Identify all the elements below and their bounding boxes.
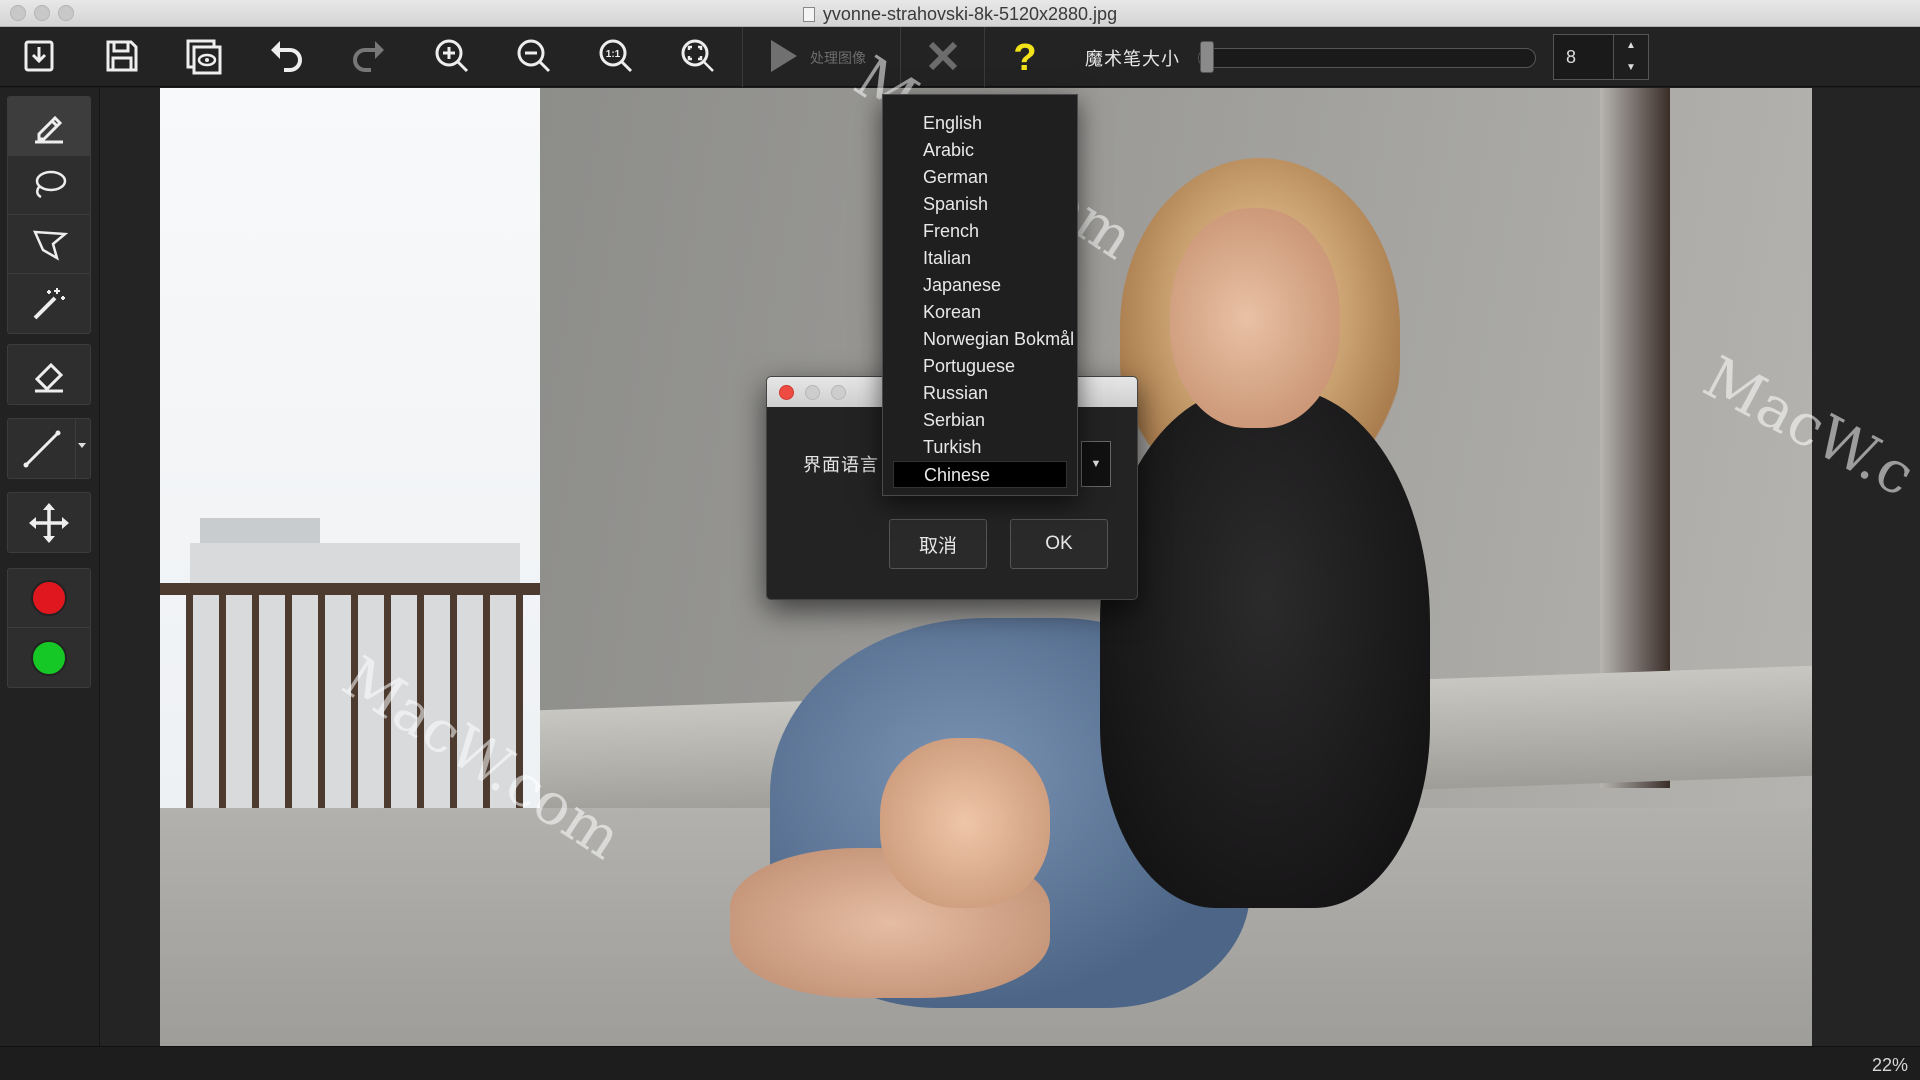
tool-panel	[0, 88, 100, 1046]
red-color-dot	[31, 580, 67, 616]
preview-button[interactable]	[179, 33, 229, 79]
green-color-dot	[31, 639, 67, 676]
language-dropdown-menu: English Arabic German Spanish French Ita…	[882, 94, 1078, 496]
save-button[interactable]	[97, 33, 147, 79]
lasso-tool[interactable]	[8, 156, 90, 215]
photo-railing-top	[160, 583, 540, 595]
process-image-label: 处理图像	[810, 50, 866, 66]
zoom-out-icon	[517, 39, 551, 73]
lasso-icon	[35, 170, 67, 199]
photo-subject-arm	[880, 738, 1050, 908]
status-bar: 22%	[0, 1046, 1920, 1080]
toolbar-separator	[742, 27, 743, 87]
toolbar-separator	[984, 27, 985, 87]
language-option-spanish[interactable]: Spanish	[883, 191, 1077, 218]
photo-subject-head	[1170, 208, 1340, 428]
line-options-caret-icon[interactable]	[78, 443, 86, 448]
language-option-japanese[interactable]: Japanese	[883, 272, 1077, 299]
window-title: yvonne-strahovski-8k-5120x2880.jpg	[822, 4, 1118, 24]
polygon-lasso-icon	[33, 230, 69, 261]
zoom-in-button[interactable]	[427, 33, 477, 79]
help-icon: ?	[1013, 37, 1036, 76]
actual-size-button[interactable]: 1:1	[591, 33, 641, 79]
line-icon	[23, 430, 61, 467]
language-option-german[interactable]: German	[883, 164, 1077, 191]
stepper-up-icon[interactable]: ▲	[1614, 35, 1648, 57]
brush-tool[interactable]	[8, 97, 90, 156]
foreground-color-swatch[interactable]	[8, 569, 90, 628]
eraser-tool-group	[7, 344, 91, 405]
toolbar: 1:1 处理图像 ? 魔术笔大小 8 ▲ ▼	[0, 27, 1920, 87]
selection-tools-group	[7, 96, 91, 334]
language-option-french[interactable]: French	[883, 218, 1077, 245]
brush-size-stepper[interactable]: ▲ ▼	[1613, 34, 1649, 80]
move-tool[interactable]	[8, 493, 90, 552]
actual-size-icon: 1:1	[599, 39, 633, 73]
language-option-norwegian[interactable]: Norwegian Bokmål	[883, 326, 1077, 353]
undo-button[interactable]	[261, 33, 311, 79]
zoom-in-icon	[435, 39, 469, 73]
brush-size-label: 魔术笔大小	[1085, 49, 1180, 69]
dialog-zoom-button[interactable]	[831, 385, 846, 400]
magic-wand-icon	[33, 287, 65, 319]
line-tool-group	[7, 418, 91, 479]
language-option-chinese[interactable]: Chinese	[893, 461, 1067, 488]
document-icon	[802, 7, 815, 22]
tool-divider	[75, 419, 76, 478]
move-tool-group	[7, 492, 91, 553]
process-image-button[interactable]	[758, 33, 808, 79]
zoom-level: 22%	[1871, 1055, 1908, 1075]
language-option-english[interactable]: English	[883, 110, 1077, 137]
language-select-arrow-icon[interactable]: ▼	[1081, 441, 1111, 487]
title-bar: yvonne-strahovski-8k-5120x2880.jpg	[0, 0, 1920, 27]
language-option-korean[interactable]: Korean	[883, 299, 1077, 326]
dialog-minimize-button[interactable]	[805, 385, 820, 400]
fit-screen-icon	[681, 39, 714, 72]
photo-subject-torso	[1100, 388, 1430, 908]
brush-size-slider-knob[interactable]	[1200, 41, 1214, 73]
preview-icon	[186, 39, 222, 75]
cancel-button[interactable]: 取消	[889, 519, 987, 569]
background-color-swatch[interactable]	[8, 628, 90, 687]
eraser-tool[interactable]	[8, 345, 90, 404]
redo-button[interactable]	[344, 33, 394, 79]
stepper-down-icon[interactable]: ▼	[1614, 57, 1648, 79]
magic-wand-tool[interactable]	[8, 274, 90, 333]
language-option-serbian[interactable]: Serbian	[883, 407, 1077, 434]
undo-icon	[271, 41, 302, 72]
interface-language-label: 界面语言	[803, 455, 879, 475]
line-tool[interactable]	[8, 419, 90, 478]
brush-icon	[35, 115, 63, 144]
window-title-container: yvonne-strahovski-8k-5120x2880.jpg	[0, 4, 1920, 25]
brush-size-slider[interactable]	[1198, 48, 1536, 68]
language-option-arabic[interactable]: Arabic	[883, 137, 1077, 164]
language-option-portuguese[interactable]: Portuguese	[883, 353, 1077, 380]
language-option-russian[interactable]: Russian	[883, 380, 1077, 407]
ok-button[interactable]: OK	[1010, 519, 1108, 569]
open-file-button[interactable]	[14, 33, 64, 79]
svg-text:?: ?	[1013, 37, 1036, 76]
play-icon	[771, 40, 797, 72]
language-option-italian[interactable]: Italian	[883, 245, 1077, 272]
move-icon	[29, 502, 69, 543]
color-group	[7, 568, 91, 688]
svg-text:1:1: 1:1	[606, 49, 621, 60]
brush-size-input[interactable]: 8	[1553, 34, 1613, 80]
redo-icon	[353, 41, 384, 72]
eraser-icon	[34, 362, 64, 392]
fit-screen-button[interactable]	[673, 33, 723, 79]
help-button[interactable]: ?	[1000, 33, 1050, 79]
zoom-out-button[interactable]	[509, 33, 559, 79]
polygon-lasso-tool[interactable]	[8, 215, 90, 274]
open-file-icon	[24, 40, 54, 72]
save-icon	[106, 40, 138, 72]
close-x-icon	[928, 41, 958, 71]
dialog-close-button[interactable]	[779, 385, 794, 400]
language-option-turkish[interactable]: Turkish	[883, 434, 1077, 461]
